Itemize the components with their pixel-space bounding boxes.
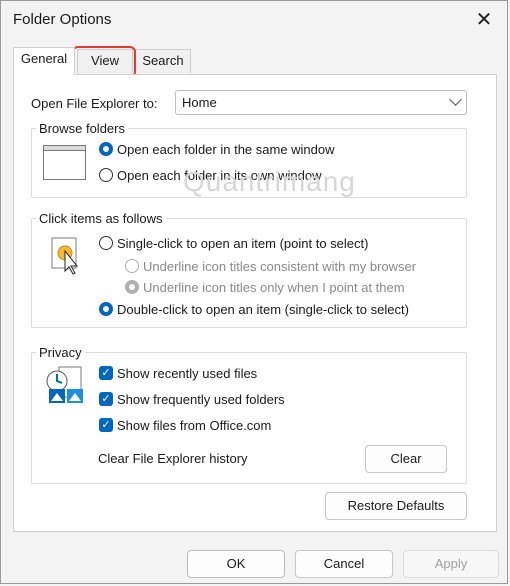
recent-files-label: Show recently used files (117, 366, 258, 381)
own-window-radio[interactable] (99, 168, 113, 182)
same-window-radio[interactable] (99, 142, 113, 156)
underline-browser-radio[interactable] (125, 259, 139, 273)
open-explorer-value: Home (182, 95, 217, 110)
double-click-radio[interactable] (99, 302, 113, 316)
apply-button[interactable]: Apply (403, 550, 499, 578)
title-bar: Folder Options ✕ (1, 1, 507, 39)
tab-general[interactable]: General (13, 47, 75, 75)
clear-history-label: Clear File Explorer history (98, 451, 248, 466)
privacy-icon (46, 366, 83, 403)
browse-folders-title: Browse folders (36, 121, 128, 136)
clear-button[interactable]: Clear (365, 445, 447, 473)
open-explorer-dropdown[interactable]: Home (175, 90, 467, 115)
frequent-folders-checkbox[interactable]: ✓ (99, 392, 113, 406)
underline-point-label: Underline icon titles only when I point … (143, 280, 405, 295)
watermark: Quantrimang (183, 166, 356, 197)
cancel-button[interactable]: Cancel (295, 550, 393, 578)
folder-options-dialog: Folder Options ✕ View Search General Ope… (0, 0, 508, 584)
office-files-label: Show files from Office.com (117, 418, 272, 433)
restore-defaults-button[interactable]: Restore Defaults (325, 492, 467, 520)
single-click-radio[interactable] (99, 236, 113, 250)
office-files-checkbox[interactable]: ✓ (99, 418, 113, 432)
single-click-label: Single-click to open an item (point to s… (117, 236, 369, 251)
recent-files-checkbox[interactable]: ✓ (99, 366, 113, 380)
same-window-label: Open each folder in the same window (117, 142, 335, 157)
double-click-label: Double-click to open an item (single-cli… (117, 302, 409, 317)
pointer-icon (51, 237, 79, 275)
underline-point-radio[interactable] (125, 280, 139, 294)
tab-search[interactable]: Search (135, 49, 191, 73)
frequent-folders-label: Show frequently used folders (117, 392, 285, 407)
privacy-title: Privacy (36, 345, 85, 360)
chevron-down-icon (449, 93, 462, 106)
close-icon[interactable]: ✕ (469, 5, 499, 35)
underline-browser-label: Underline icon titles consistent with my… (143, 259, 417, 274)
open-explorer-label: Open File Explorer to: (31, 96, 158, 111)
window-title: Folder Options (13, 11, 112, 28)
window-icon (43, 145, 86, 180)
ok-button[interactable]: OK (187, 550, 285, 578)
click-items-title: Click items as follows (36, 211, 166, 226)
